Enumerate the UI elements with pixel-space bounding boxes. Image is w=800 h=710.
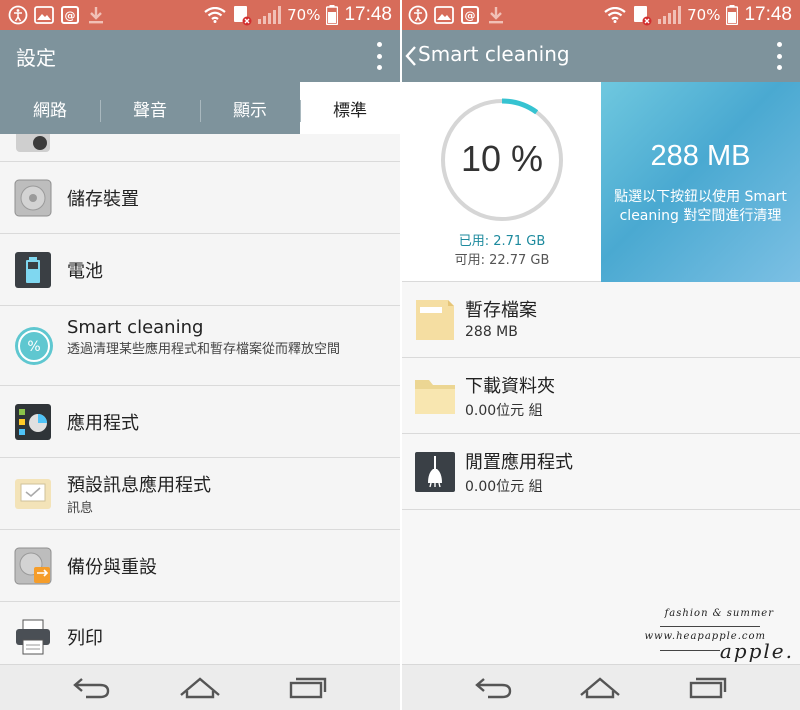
- battery-settings-icon: [14, 251, 52, 289]
- storage-icon: [14, 179, 52, 217]
- list-item-title: 預設訊息應用程式: [67, 475, 211, 496]
- gallery-icon: [34, 5, 54, 25]
- list-item-title: 備份與重設: [67, 557, 157, 578]
- messaging-icon: [14, 475, 52, 513]
- temp-files-icon: [414, 299, 456, 341]
- accessibility-icon: [8, 5, 28, 25]
- used-storage: 已用: 2.71 GB: [458, 234, 546, 249]
- tab-bar: 網路 聲音 顯示 標準: [0, 82, 400, 134]
- list-item-title: 電池: [67, 261, 103, 282]
- tab-display[interactable]: 顯示: [200, 82, 300, 134]
- recent-apps-icon[interactable]: [686, 673, 730, 701]
- list-item-value: 0.00位元 組: [465, 403, 543, 419]
- list-item-apps[interactable]: 應用程式: [0, 386, 400, 458]
- signal-icon: [658, 6, 682, 24]
- list-item-storage[interactable]: 儲存裝置: [0, 162, 400, 234]
- list-item-smart-cleaning[interactable]: % Smart cleaning 透過清理某些應用程式和暫存檔案從而釋放空間: [0, 306, 400, 386]
- clean-description: 點選以下按鈕以使用 Smart cleaning 對空間進行清理: [614, 189, 787, 224]
- storage-summary: 10 % 已用: 2.71 GB 可用: 22.77 GB 288 MB 點選以…: [402, 82, 800, 282]
- overflow-menu-icon[interactable]: [774, 42, 784, 70]
- wifi-icon: [204, 7, 226, 23]
- status-bar: @ 70% 17:48: [402, 0, 800, 30]
- list-item-value: 288 MB: [465, 324, 518, 340]
- watermark-rule: [660, 626, 760, 627]
- wifi-icon: [604, 7, 626, 23]
- svg-text:%: %: [27, 339, 40, 355]
- email-icon: @: [460, 5, 480, 25]
- tab-sound[interactable]: 聲音: [100, 82, 200, 134]
- list-item-title: 儲存裝置: [67, 189, 139, 210]
- folder-icon: [414, 375, 456, 417]
- watermark-line-3: apple.: [719, 639, 794, 663]
- app-bar: Smart cleaning: [402, 30, 800, 82]
- list-item-battery[interactable]: 電池: [0, 234, 400, 306]
- list-item-backup-reset[interactable]: 備份與重設: [0, 530, 400, 602]
- back-arrow-icon[interactable]: [404, 45, 418, 67]
- list-item-subtitle: 訊息: [67, 501, 94, 516]
- app-bar: 設定: [0, 30, 400, 82]
- list-item-title: 暫存檔案: [465, 300, 537, 321]
- download-icon: [86, 5, 106, 25]
- tab-network[interactable]: 網路: [0, 82, 100, 134]
- watermark-rule: [660, 650, 720, 651]
- back-icon[interactable]: [70, 673, 114, 701]
- email-icon: @: [60, 5, 80, 25]
- list-item-download-folder[interactable]: 下載資料夾 0.00位元 組: [402, 358, 800, 434]
- page-title: Smart cleaning: [418, 42, 570, 66]
- status-bar: @ 70% 17:48: [0, 0, 400, 30]
- battery-icon: [726, 5, 739, 25]
- cleanable-size: 288 MB: [650, 140, 751, 172]
- list-item-title: Smart cleaning: [67, 317, 204, 338]
- broom-icon: [414, 451, 456, 493]
- apps-icon: [14, 403, 52, 441]
- battery-percent: 70%: [287, 6, 321, 24]
- list-item-idle-apps[interactable]: 閒置應用程式 0.00位元 組: [402, 434, 800, 510]
- accessibility-icon: [408, 5, 428, 25]
- settings-list: 儲存裝置 電池 % Smart cleaning 透過清理某些應用程式和暫存檔案…: [0, 134, 400, 674]
- list-item-partial[interactable]: [0, 134, 400, 162]
- clock: 17:48: [744, 4, 792, 25]
- back-icon[interactable]: [472, 673, 516, 701]
- navigation-bar: [402, 664, 800, 710]
- list-item-temp-files[interactable]: 暫存檔案 288 MB: [402, 282, 800, 358]
- signal-icon: [258, 6, 282, 24]
- page-title: 設定: [16, 46, 56, 70]
- tab-general[interactable]: 標準: [300, 82, 400, 134]
- home-icon[interactable]: [578, 673, 622, 701]
- smart-cleaning-screen: @ 70% 17:48 Smart cleaning 10 % 已用: 2.71…: [402, 0, 800, 710]
- list-item-default-messaging[interactable]: 預設訊息應用程式 訊息: [0, 458, 400, 530]
- clean-button[interactable]: 288 MB 點選以下按鈕以使用 Smart cleaning 對空間進行清理: [601, 82, 800, 282]
- recent-apps-icon[interactable]: [286, 673, 330, 701]
- navigation-bar: [0, 664, 400, 710]
- cleaning-category-list: 暫存檔案 288 MB 下載資料夾 0.00位元 組 閒置應用程式 0.00位元…: [402, 282, 800, 510]
- list-item-subtitle: 透過清理某些應用程式和暫存檔案從而釋放空間: [67, 342, 341, 357]
- list-item-title: 應用程式: [67, 413, 139, 434]
- clock: 17:48: [344, 4, 392, 25]
- list-item-title: 列印: [67, 628, 103, 649]
- backup-icon: [14, 547, 52, 585]
- gallery-icon: [434, 5, 454, 25]
- list-item-value: 0.00位元 組: [465, 479, 543, 495]
- no-sim-icon: [234, 6, 252, 26]
- list-item-title: 閒置應用程式: [465, 452, 573, 473]
- printer-icon: [14, 618, 52, 656]
- overflow-menu-icon[interactable]: [374, 42, 384, 70]
- watermark: fashion & summer www.heapapple.com apple…: [644, 608, 796, 664]
- location-icon: [14, 134, 52, 154]
- no-sim-icon: [634, 6, 652, 26]
- usage-percent: 10 %: [460, 138, 544, 179]
- available-storage: 可用: 22.77 GB: [454, 253, 550, 268]
- battery-icon: [326, 5, 339, 25]
- download-icon: [486, 5, 506, 25]
- home-icon[interactable]: [178, 673, 222, 701]
- settings-screen: @ 70% 17:48 設定 網路 聲音 顯示 標準 儲存裝置 電池 % Sma…: [0, 0, 400, 710]
- list-item-title: 下載資料夾: [465, 376, 555, 397]
- watermark-line-1: fashion & summer: [664, 608, 774, 619]
- smart-cleaning-icon: %: [14, 326, 53, 365]
- battery-percent: 70%: [687, 6, 721, 24]
